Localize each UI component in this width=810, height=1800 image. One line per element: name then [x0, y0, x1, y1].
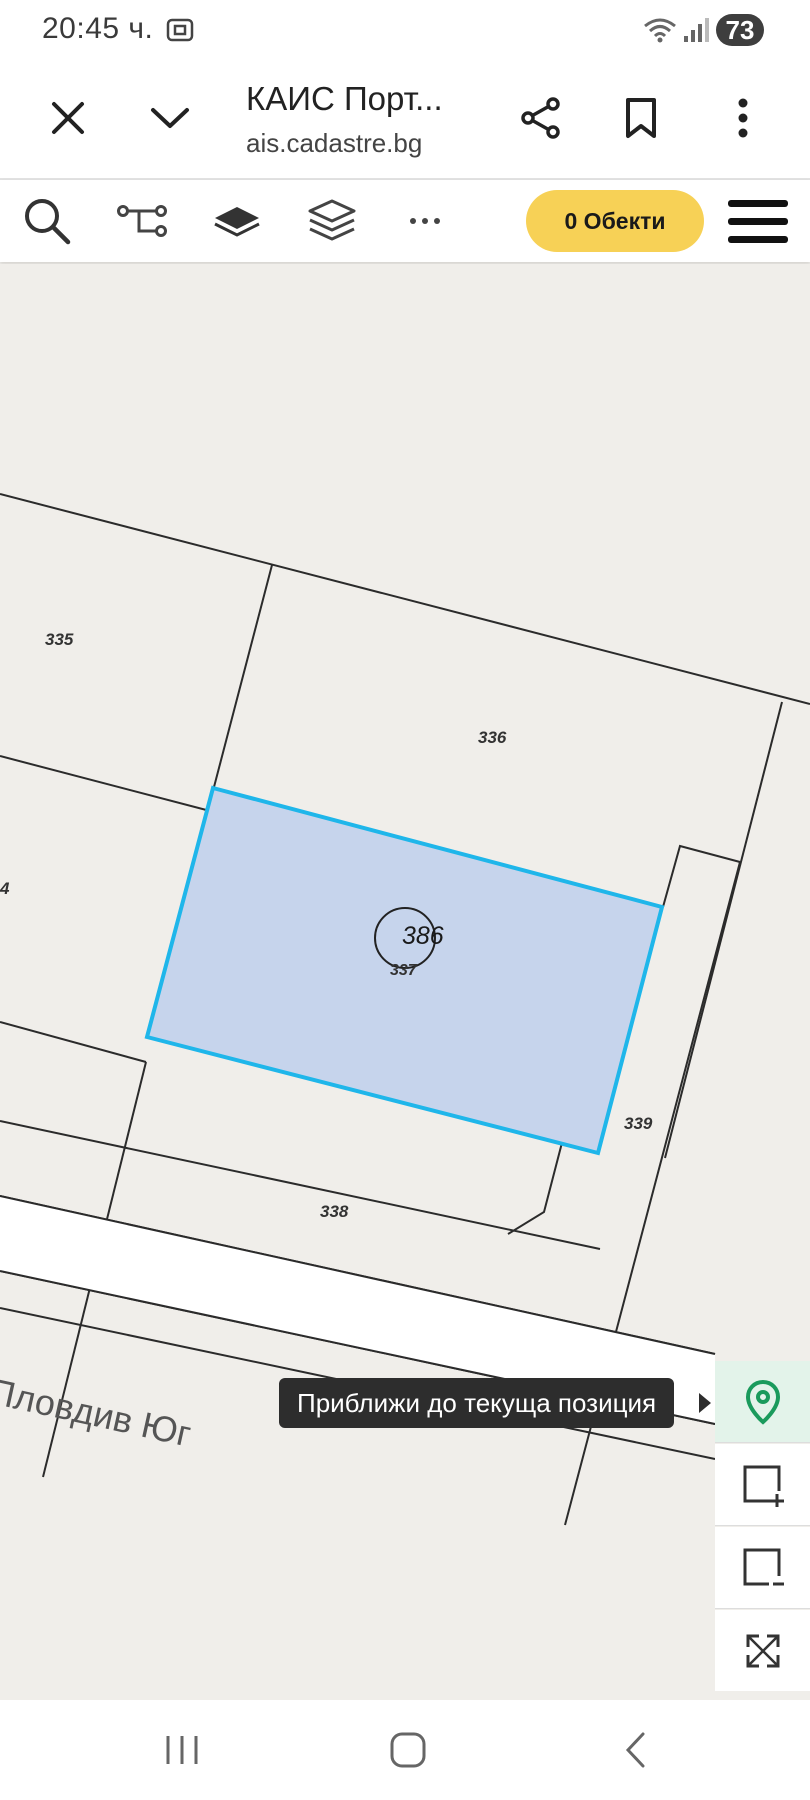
home-icon: [390, 1732, 426, 1768]
locate-tooltip: Приближи до текуща позиция: [279, 1378, 675, 1428]
layers-stack-icon: [308, 199, 356, 241]
back-chevron-icon: [625, 1732, 645, 1768]
battery-badge: 73: [716, 14, 764, 46]
bookmark-icon: [626, 98, 656, 138]
zoom-out-box-icon: [743, 1548, 784, 1585]
zoom-out-box-button[interactable]: [715, 1527, 810, 1609]
route-tool-button[interactable]: [113, 192, 171, 250]
cadastral-map[interactable]: [0, 264, 810, 1700]
parcel-label: 4: [0, 879, 10, 898]
parcel-label: 335: [45, 630, 74, 649]
locate-button[interactable]: [715, 1361, 810, 1443]
parcel-label: 338: [320, 1202, 349, 1221]
fullscreen-icon: [746, 1634, 779, 1667]
map-toolbar: 0 Обекти: [0, 180, 810, 262]
back-button[interactable]: [595, 1720, 675, 1780]
zoom-in-box-icon: [743, 1465, 784, 1507]
status-bar: 20:45 ч. 73: [0, 0, 810, 60]
map-canvas[interactable]: 386 337 335 336 338 339 4 Пловдив Юг: [0, 264, 810, 1700]
parcel-label: 337: [390, 962, 417, 979]
parcel-boundary: [664, 701, 783, 1159]
search-icon: [25, 199, 71, 245]
route-nodes-icon: [117, 205, 167, 237]
objects-button[interactable]: 0 Обекти: [526, 190, 704, 252]
location-pin-icon: [745, 1379, 780, 1425]
share-icon: [521, 97, 560, 139]
home-button[interactable]: [368, 1720, 448, 1780]
url-text[interactable]: ais.cadastre.bg: [246, 128, 422, 159]
fullscreen-button[interactable]: [715, 1610, 810, 1691]
more-horizontal-icon: [410, 218, 440, 224]
hamburger-menu-icon[interactable]: [726, 194, 790, 250]
recent-apps-button[interactable]: [142, 1720, 222, 1780]
zoom-in-box-button[interactable]: [715, 1444, 810, 1526]
status-time: 20:45 ч.: [42, 12, 154, 45]
expand-button[interactable]: [142, 90, 198, 146]
more-tools-button[interactable]: [396, 192, 454, 250]
share-button[interactable]: [513, 90, 569, 146]
bookmark-button[interactable]: [613, 90, 669, 146]
base-layer-button[interactable]: [208, 192, 266, 250]
wifi-icon: [644, 18, 676, 43]
signal-icon: [684, 18, 709, 42]
parcel-boundary: [662, 844, 741, 908]
page-title[interactable]: КАИС Порт...: [246, 80, 443, 118]
close-button[interactable]: [40, 90, 96, 146]
screenshot-icon: [166, 18, 194, 42]
parcel-boundary: [0, 493, 810, 705]
browser-toolbar: КАИС Порт... ais.cadastre.bg: [0, 60, 810, 180]
search-button[interactable]: [18, 192, 76, 250]
parcel-label: 336: [478, 728, 507, 747]
layers-button[interactable]: [303, 192, 361, 250]
chevron-down-icon: [151, 108, 189, 128]
close-icon: [52, 102, 84, 134]
parcel-boundary: [213, 564, 273, 788]
tooltip-arrow: [699, 1393, 711, 1413]
more-options-button[interactable]: [715, 90, 771, 146]
parcel-label: 339: [624, 1114, 653, 1133]
recent-apps-icon: [166, 1736, 198, 1764]
parcel-boundary: [0, 1021, 147, 1063]
parcel-boundary: [0, 755, 215, 813]
more-vertical-icon: [738, 98, 748, 138]
selected-parcel-label: 386: [402, 922, 444, 950]
layer-icon: [214, 207, 260, 237]
system-navigation-bar: [0, 1700, 810, 1800]
